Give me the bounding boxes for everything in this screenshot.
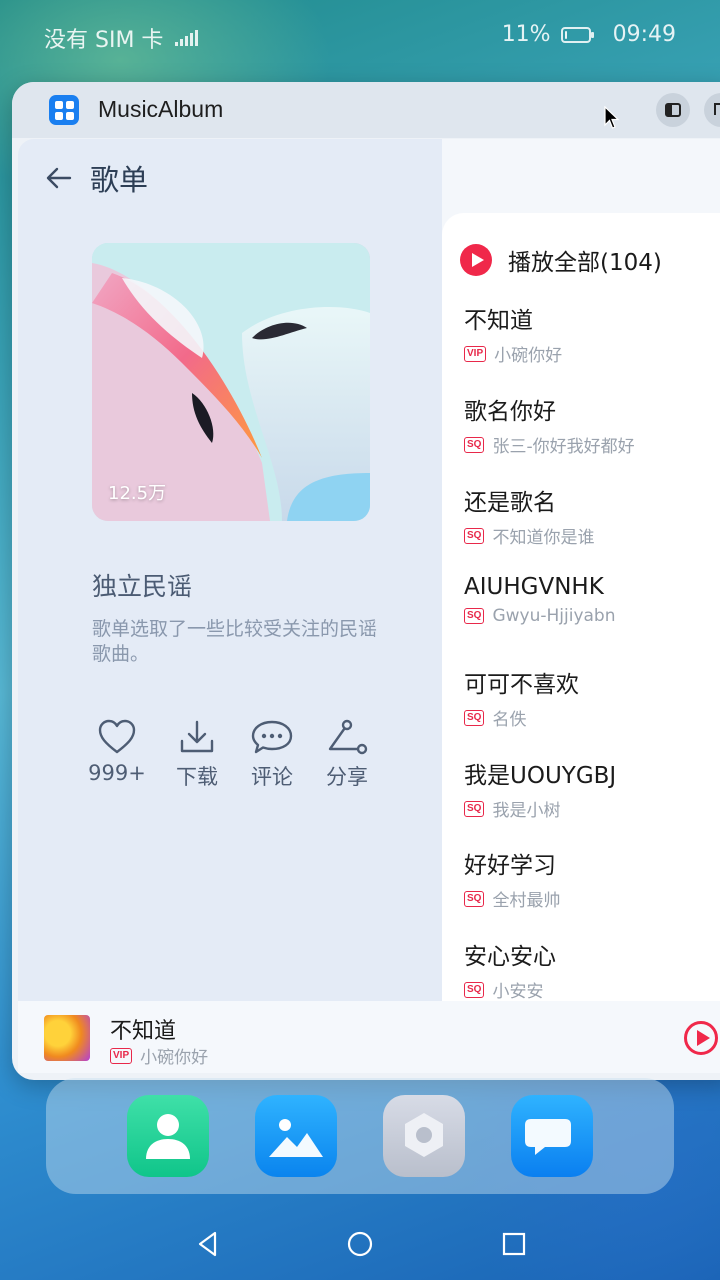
- share-button[interactable]: 分享: [312, 719, 382, 791]
- nav-back-icon[interactable]: [196, 1230, 220, 1258]
- sq-badge: SQ: [464, 608, 485, 624]
- sq-badge: SQ: [464, 890, 485, 907]
- song-item[interactable]: 安心安心 SQ 小安安: [464, 937, 720, 1002]
- playlist-description: 歌单选取了一些比较受关注的民谣歌曲。: [92, 618, 378, 665]
- nav-recents-icon[interactable]: [502, 1230, 526, 1258]
- comment-label: 评论: [251, 765, 293, 789]
- now-playing-title: 不知道: [110, 1019, 177, 1044]
- song-list: 播放全部(104) 不知道 VIP 小碗你好 歌名你好 SQ 张三-你好我好都好 还…: [442, 213, 720, 1013]
- song-item[interactable]: 不知道 VIP 小碗你好: [464, 301, 720, 366]
- song-title: AIUHGVNHK: [464, 574, 604, 600]
- maximize-button[interactable]: [704, 93, 720, 127]
- battery-icon: [560, 26, 594, 43]
- gallery-icon[interactable]: [255, 1095, 337, 1177]
- song-artist: 不知道你是谁: [492, 528, 595, 548]
- download-icon: [180, 720, 214, 753]
- status-bar: 没有 SIM 卡 11% 09:49: [0, 0, 720, 72]
- split-screen-button[interactable]: [656, 93, 690, 127]
- app-window: MusicAlbum 歌单 12.5万 独立民谣 歌单选取了一些比较受关注的民谣…: [12, 82, 720, 1080]
- nav-home-icon[interactable]: [347, 1230, 373, 1258]
- carrier-text: 没有 SIM 卡: [44, 28, 164, 53]
- sq-badge: SQ: [464, 709, 485, 726]
- song-artist: Gwyu-Hjjiyabn: [492, 606, 616, 626]
- music-album-app-icon: [49, 95, 79, 125]
- song-title: 我是UOUYGBJ: [464, 763, 617, 789]
- window-titlebar[interactable]: MusicAlbum: [12, 82, 720, 138]
- page-title: 歌单: [90, 163, 149, 197]
- play-all-label: 播放全部(104): [508, 250, 662, 276]
- comment-button[interactable]: 评论: [237, 719, 307, 791]
- battery-percent: 11%: [501, 22, 551, 47]
- song-title: 歌名你好: [464, 399, 556, 425]
- play-button[interactable]: [684, 1021, 718, 1055]
- song-item[interactable]: 还是歌名 SQ 不知道你是谁: [464, 483, 720, 548]
- download-label: 下载: [176, 765, 218, 789]
- sq-badge: SQ: [464, 527, 485, 544]
- song-title: 好好学习: [464, 853, 556, 879]
- mini-player[interactable]: 不知道 VIP 小碗你好: [18, 1001, 720, 1073]
- song-title: 还是歌名: [464, 490, 556, 516]
- like-count: 999+: [88, 761, 146, 785]
- song-artist: 张三-你好我好都好: [492, 437, 635, 457]
- playlist-info-pane: 歌单 12.5万 独立民谣 歌单选取了一些比较受关注的民谣歌曲。 999+ 下载…: [18, 139, 442, 1001]
- song-artist: 名佚: [492, 710, 527, 730]
- contacts-icon[interactable]: [127, 1095, 209, 1177]
- vip-badge: VIP: [464, 345, 487, 362]
- download-button[interactable]: 下载: [162, 719, 232, 791]
- comment-icon: [251, 720, 293, 754]
- song-artist: 小安安: [492, 982, 544, 1002]
- like-button[interactable]: 999+: [82, 719, 152, 785]
- song-item[interactable]: 我是UOUYGBJ SQ 我是小树: [464, 756, 720, 821]
- playlist-cover[interactable]: 12.5万: [92, 243, 370, 521]
- messages-icon[interactable]: [511, 1095, 593, 1177]
- heart-icon: [98, 719, 136, 754]
- song-title: 安心安心: [464, 944, 556, 970]
- song-artist: 我是小树: [492, 801, 561, 821]
- window-title: MusicAlbum: [98, 96, 224, 122]
- song-title: 不知道: [464, 308, 533, 334]
- now-playing-artist: 小碗你好: [140, 1048, 209, 1068]
- song-list-pane: 播放全部(104) 不知道 VIP 小碗你好 歌名你好 SQ 张三-你好我好都好 还…: [442, 139, 720, 1013]
- clock: 09:49: [612, 22, 676, 47]
- sq-badge: SQ: [464, 436, 485, 453]
- settings-icon[interactable]: [383, 1095, 465, 1177]
- sq-badge: SQ: [464, 800, 485, 817]
- split-screen-icon: [665, 103, 681, 117]
- song-artist: 小碗你好: [494, 346, 563, 366]
- playlist-name: 独立民谣: [92, 572, 193, 601]
- song-artist: 全村最帅: [492, 891, 561, 911]
- mouse-cursor-icon: [604, 106, 620, 129]
- sq-badge: SQ: [464, 981, 485, 998]
- vip-badge: VIP: [110, 1047, 133, 1064]
- song-item[interactable]: 可可不喜欢 SQ 名佚: [464, 665, 720, 730]
- now-playing-cover: [44, 1015, 90, 1061]
- song-title: 可可不喜欢: [464, 672, 579, 698]
- signal-icon: [175, 30, 199, 46]
- play-circle-icon: [460, 244, 492, 276]
- song-item[interactable]: 歌名你好 SQ 张三-你好我好都好: [464, 392, 720, 457]
- share-icon: [328, 719, 368, 755]
- back-arrow-icon[interactable]: [44, 163, 74, 193]
- song-item[interactable]: AIUHGVNHK SQ Gwyu-Hjjiyabn: [464, 574, 720, 626]
- play-all-button[interactable]: 播放全部(104): [460, 243, 662, 277]
- share-label: 分享: [326, 765, 368, 789]
- dock: [46, 1078, 674, 1194]
- song-item[interactable]: 好好学习 SQ 全村最帅: [464, 846, 720, 911]
- play-count: 12.5万: [108, 483, 167, 504]
